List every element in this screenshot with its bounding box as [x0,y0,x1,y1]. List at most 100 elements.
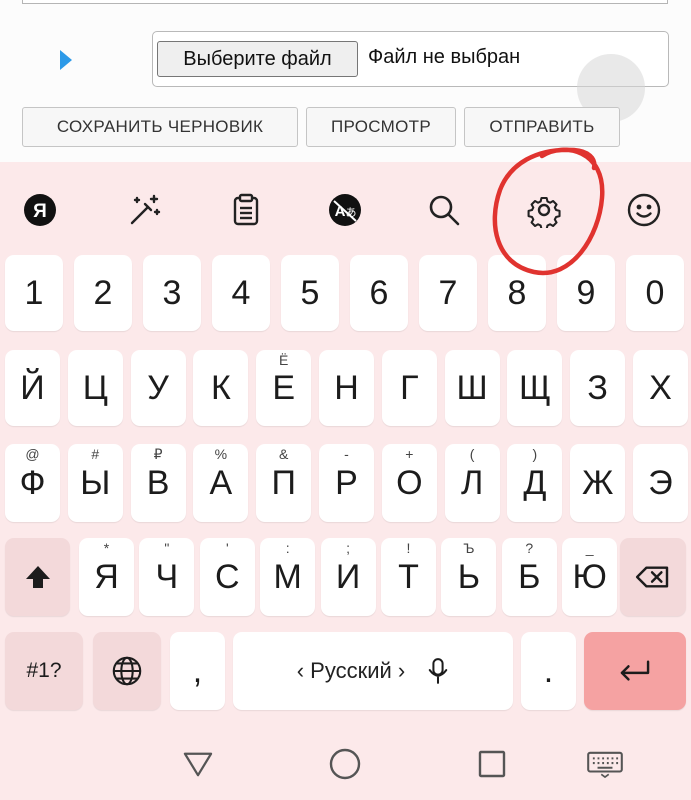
letter-key[interactable]: ЪЬ [441,538,497,616]
search-icon[interactable] [424,190,464,230]
key-hint: & [279,446,289,462]
letter-key[interactable]: Г [381,350,437,426]
key-label: Х [649,368,672,407]
letter-key[interactable]: У [130,350,186,426]
file-status-text: Файл не выбран [368,46,521,68]
key-hint: - [344,446,349,462]
key-hint: ( [469,446,475,462]
letter-key[interactable]: _ Ю [562,538,618,616]
letter-key[interactable]: ! Т [381,538,436,616]
key-8[interactable]: 8 [488,255,546,331]
letter-key[interactable]: + О [381,444,437,522]
key-label: З [587,368,608,407]
key-3[interactable]: 3 [143,255,201,331]
key-hint: * [103,540,110,556]
clipboard-icon[interactable] [226,190,266,230]
language-key[interactable] [93,632,161,710]
key-6[interactable]: 6 [350,255,408,331]
globe-icon [112,656,142,686]
letter-key[interactable]: К [193,350,249,426]
letter-key[interactable]: Х [633,350,688,426]
key-hint: # [91,446,100,462]
key-9[interactable]: 9 [557,255,615,331]
home-circle-icon[interactable] [325,746,365,782]
submit-button[interactable]: ОТПРАВИТЬ [464,107,620,147]
key-label: Г [400,368,419,407]
preview-button[interactable]: ПРОСМОТР [306,107,456,147]
letter-key[interactable]: # Ы [67,444,123,522]
letter-key[interactable]: З [570,350,626,426]
key-hint: ! [406,540,411,556]
comma-key[interactable]: , [170,632,225,710]
key-label: Ц [82,368,108,407]
key-2[interactable]: 2 [74,255,132,331]
letter-key[interactable]: Ш [444,350,500,426]
letter-key[interactable]: ЁЕ [256,350,312,426]
magic-wand-icon[interactable] [125,190,165,230]
system-navigation-bar [0,730,691,800]
letter-key[interactable]: & П [256,444,312,522]
letter-key[interactable]: ) Д [507,444,563,522]
emoji-icon[interactable] [624,190,664,230]
letter-key[interactable]: Н [319,350,374,426]
letter-key[interactable]: Щ [507,350,563,426]
letter-key[interactable]: ; И [320,538,376,616]
expand-triangle-icon[interactable] [60,50,72,70]
key-hint: @ [25,446,40,462]
key-label: Ж [581,463,614,502]
letter-key[interactable]: @ Ф [5,444,60,522]
key-0[interactable]: 0 [626,255,684,331]
keyboard-switch-icon[interactable] [585,746,625,782]
letter-key[interactable]: (Л [444,444,500,522]
letter-key[interactable]: % А [193,444,249,522]
letter-key[interactable]: :М [260,538,316,616]
key-hint: ₽ [153,446,163,462]
key-5[interactable]: 5 [281,255,339,331]
letter-key[interactable]: Й [5,350,60,426]
gear-icon[interactable] [524,190,564,230]
key-label: Б [518,557,541,596]
letter-key[interactable]: ' С [199,538,255,616]
key-1[interactable]: 1 [5,255,63,331]
key-label: И [335,557,361,596]
letter-key[interactable]: " Ч [139,538,195,616]
key-label: Ф [19,463,46,502]
key-label: Д [523,463,547,502]
microphone-icon[interactable] [427,657,449,685]
recents-square-icon[interactable] [472,746,512,782]
key-label: Р [335,463,358,502]
key-label: Ю [572,557,607,596]
period-key[interactable]: . [521,632,576,710]
key-label: М [273,557,302,596]
key-4[interactable]: 4 [212,255,270,331]
letter-key[interactable]: -Р [319,444,374,522]
letter-key[interactable]: Ж [570,444,626,522]
save-draft-button[interactable]: СОХРАНИТЬ ЧЕРНОВИК [22,107,298,147]
space-language-label: ‹ Русский › [296,658,406,683]
key-label: Ы [80,463,111,502]
shift-key[interactable] [5,538,70,616]
key-label: В [146,463,170,502]
space-key[interactable]: ‹ Русский › [233,632,513,710]
letter-key[interactable]: Э [633,444,688,522]
letter-key[interactable]: ₽ В [130,444,186,522]
key-hint: : [285,540,290,556]
key-label: Ч [155,557,179,596]
key-label: А [209,463,233,502]
letter-key[interactable]: ? Б [501,538,557,616]
backspace-key[interactable] [620,538,686,616]
enter-key[interactable] [584,632,686,710]
key-label: О [396,463,423,502]
svg-text:Я: Я [33,201,47,222]
choose-file-button[interactable]: Выберите файл [157,41,358,77]
key-hint: ; [346,540,351,556]
letter-key[interactable]: * Я [79,538,134,616]
translate-icon[interactable]: A あ [325,190,365,230]
letter-key[interactable]: Ц [67,350,123,426]
key-7[interactable]: 7 [419,255,477,331]
key-hint: ? [525,540,534,556]
yandex-logo-icon[interactable]: Я [20,190,60,230]
symbols-key[interactable]: #1? [5,632,83,710]
enter-arrow-icon [620,660,650,681]
back-triangle-icon[interactable] [178,746,218,782]
